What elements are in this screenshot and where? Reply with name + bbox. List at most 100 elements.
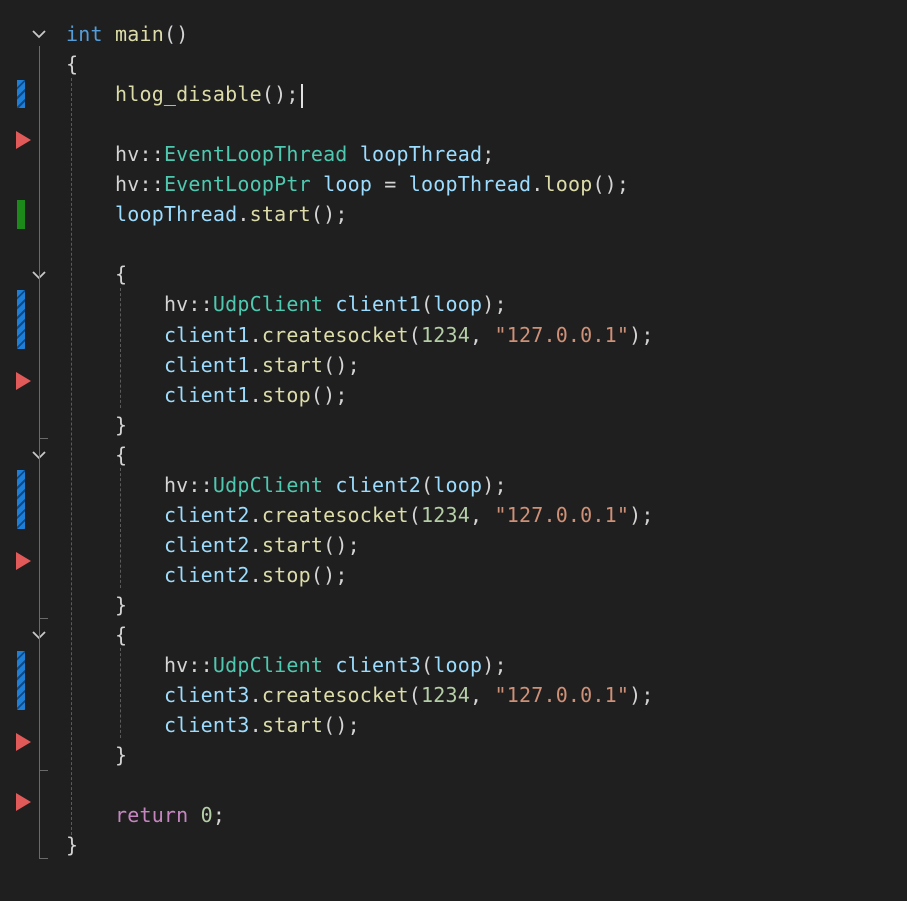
code-line[interactable]: client2.stop(); (66, 560, 348, 590)
code-token: hv (163, 292, 189, 317)
fold-region-end (39, 770, 48, 771)
breakpoint-icon[interactable] (16, 552, 31, 570)
code-token: loop (433, 472, 483, 497)
code-token: createsocket (261, 683, 409, 708)
code-line[interactable]: { (66, 49, 78, 79)
fold-region-end (39, 858, 48, 859)
modified-line-marker (17, 651, 25, 710)
code-token: } (114, 743, 128, 768)
code-token: "127.0.0.1" (494, 502, 630, 527)
code-line[interactable]: } (66, 740, 127, 770)
code-editor[interactable]: int main(){ hlog_disable(); hv::EventLoo… (0, 0, 907, 901)
code-token: . (249, 713, 262, 738)
code-line[interactable]: hv::EventLoopThread loopThread; (66, 139, 494, 169)
code-token: { (66, 52, 79, 77)
breakpoint-icon[interactable] (16, 733, 31, 751)
code-token: client1 (163, 382, 250, 407)
code-token: client3 (335, 653, 422, 678)
code-token: ( (421, 292, 434, 317)
code-line[interactable]: { (66, 440, 127, 470)
code-line[interactable]: } (66, 830, 78, 860)
code-line[interactable]: { (66, 620, 127, 650)
code-token: start (261, 532, 324, 557)
code-token: hlog_disable (114, 82, 262, 107)
code-token: . (249, 562, 262, 587)
code-token: client3 (163, 683, 250, 708)
code-token: (); (323, 532, 360, 557)
code-token: ; (482, 142, 495, 167)
code-token: :: (188, 472, 213, 497)
code-token: loopThread (408, 172, 532, 197)
code-token: { (114, 623, 128, 647)
code-line[interactable]: hv::EventLoopPtr loop = loopThread.loop(… (66, 169, 629, 199)
code-line[interactable]: hlog_disable(); (66, 79, 303, 109)
code-line[interactable]: client2.start(); (66, 530, 360, 560)
code-line[interactable]: client1.stop(); (66, 380, 348, 410)
modified-line-marker (17, 470, 25, 529)
code-token: main (114, 22, 164, 46)
code-line[interactable]: hv::UdpClient client1(loop); (66, 289, 507, 319)
code-token: EventLoopThread (163, 142, 348, 167)
code-token: ( (421, 472, 434, 497)
breakpoint-icon[interactable] (16, 372, 31, 390)
code-line[interactable]: hv::UdpClient client3(loop); (66, 650, 507, 680)
code-token: client2 (163, 502, 250, 527)
chevron-down-icon[interactable] (30, 25, 48, 43)
code-token: 1234 (421, 502, 470, 527)
code-token: hv (114, 142, 140, 167)
code-token: 1234 (421, 683, 470, 708)
code-token: int (66, 22, 103, 46)
code-line[interactable]: int main() (66, 19, 188, 49)
code-token: () (163, 22, 189, 46)
code-token: client1 (163, 322, 250, 347)
code-token: return (114, 803, 189, 828)
code-token: . (249, 683, 262, 708)
code-line[interactable]: } (66, 590, 127, 620)
code-token: stop (261, 562, 311, 587)
code-token: { (114, 442, 128, 467)
code-line[interactable]: return 0; (66, 800, 225, 830)
code-line[interactable]: client3.start(); (66, 710, 360, 740)
code-line[interactable]: hv::UdpClient client2(loop); (66, 470, 507, 500)
code-token: createsocket (261, 502, 409, 527)
code-token: } (114, 592, 128, 617)
code-token: } (114, 412, 128, 437)
fold-region-line (39, 648, 40, 770)
code-token: :: (139, 142, 164, 167)
code-token: loop (323, 172, 373, 197)
code-token: 1234 (421, 322, 470, 347)
breakpoint-icon[interactable] (16, 793, 31, 811)
code-token: loopThread (114, 202, 238, 227)
code-token: ); (482, 292, 507, 317)
breakpoint-icon[interactable] (16, 131, 31, 149)
code-line[interactable]: { (66, 259, 127, 289)
code-line[interactable]: } (66, 410, 127, 440)
code-token: :: (188, 653, 213, 678)
code-token: { (114, 262, 128, 287)
code-token: loop (433, 653, 483, 678)
code-line[interactable]: loopThread.start(); (66, 199, 348, 229)
code-token: client1 (335, 292, 422, 317)
code-token: , (470, 683, 495, 708)
code-token: . (249, 352, 262, 377)
code-line[interactable]: client1.createsocket(1234, "127.0.0.1"); (66, 320, 654, 350)
code-token: ); (482, 653, 507, 678)
code-line[interactable]: client1.start(); (66, 350, 360, 380)
code-line[interactable]: client2.createsocket(1234, "127.0.0.1"); (66, 500, 654, 530)
code-token: loop (543, 172, 593, 197)
code-line[interactable]: client3.createsocket(1234, "127.0.0.1"); (66, 680, 654, 710)
